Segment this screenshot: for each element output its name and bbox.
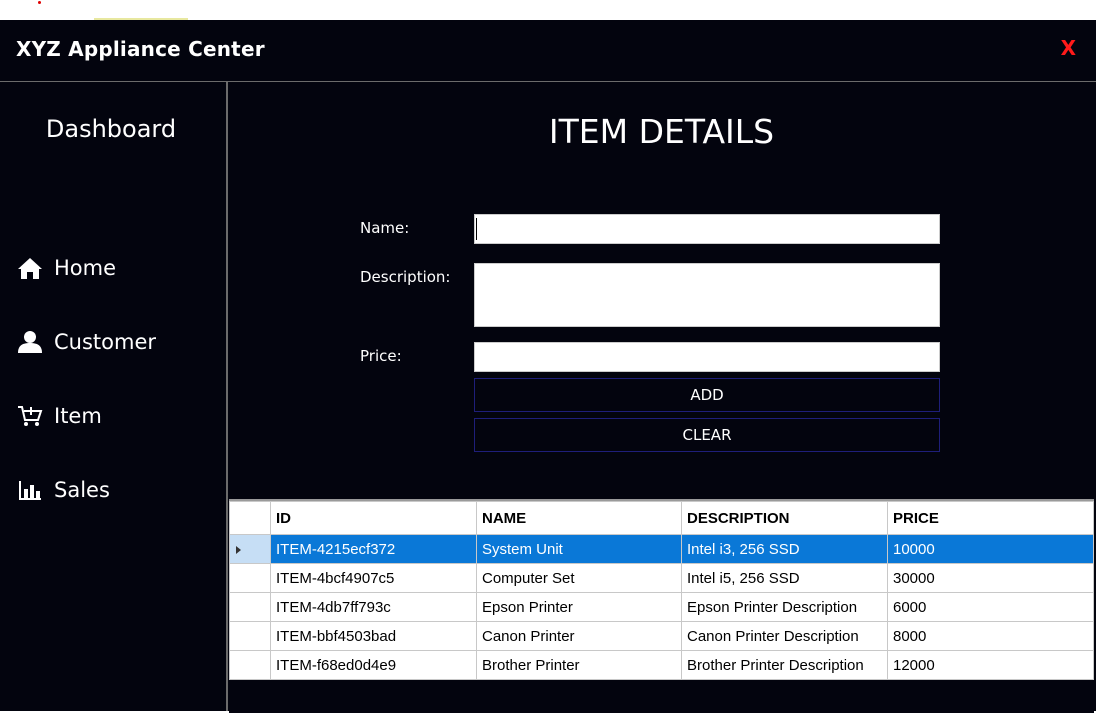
cart-icon (16, 403, 44, 429)
current-row-arrow-icon (236, 545, 241, 554)
table-cell[interactable]: 6000 (887, 592, 1094, 622)
table-row[interactable]: ITEM-4db7ff793c Epson Printer Epson Prin… (229, 592, 1094, 622)
add-button[interactable]: ADD (474, 378, 940, 412)
table-cell[interactable]: 30000 (887, 563, 1094, 593)
red-dot-mark (38, 1, 41, 4)
title-bar: XYZ Appliance Center X (0, 20, 1096, 82)
sidebar-item-label: Item (54, 404, 102, 428)
user-icon (16, 329, 44, 355)
sidebar-item-home[interactable]: Home (16, 253, 116, 283)
close-button[interactable]: X (1061, 36, 1076, 60)
table-cell[interactable]: Epson Printer (476, 592, 682, 622)
row-header-corner (229, 501, 271, 535)
sidebar: Dashboard Home Customer Item Sales (0, 82, 228, 711)
home-icon (16, 255, 44, 281)
table-row[interactable]: ITEM-bbf4503bad Canon Printer Canon Prin… (229, 621, 1094, 651)
column-header-name[interactable]: NAME (476, 501, 682, 535)
page-title: ITEM DETAILS (548, 112, 775, 151)
row-selector[interactable] (229, 621, 271, 651)
sidebar-title: Dashboard (45, 115, 177, 143)
table-cell[interactable]: Brother Printer (476, 650, 682, 680)
main-panel: ITEM DETAILS Name: Description: Price: A… (229, 82, 1094, 713)
items-table: ID NAME DESCRIPTION PRICE ITEM-4215ecf37… (229, 501, 1094, 680)
table-cell[interactable]: Canon Printer (476, 621, 682, 651)
description-label: Description: (360, 268, 451, 286)
table-cell[interactable]: ITEM-4db7ff793c (270, 592, 477, 622)
column-header-description[interactable]: DESCRIPTION (681, 501, 888, 535)
table-cell[interactable]: ITEM-4215ecf372 (270, 534, 477, 564)
sidebar-item-customer[interactable]: Customer (16, 327, 156, 357)
top-strip (0, 0, 1096, 20)
app-title: XYZ Appliance Center (16, 37, 265, 61)
name-field[interactable] (474, 214, 940, 244)
sidebar-item-sales[interactable]: Sales (16, 475, 110, 505)
row-selector[interactable] (229, 592, 271, 622)
column-header-id[interactable]: ID (270, 501, 477, 535)
table-header-row: ID NAME DESCRIPTION PRICE (229, 501, 1094, 535)
app-window: XYZ Appliance Center X Dashboard Home Cu… (0, 20, 1096, 713)
table-cell[interactable]: Computer Set (476, 563, 682, 593)
table-cell[interactable]: ITEM-4bcf4907c5 (270, 563, 477, 593)
clear-button[interactable]: CLEAR (474, 418, 940, 452)
row-selector[interactable] (229, 650, 271, 680)
table-row[interactable]: ITEM-4bcf4907c5 Computer Set Intel i5, 2… (229, 563, 1094, 593)
table-cell[interactable]: Intel i5, 256 SSD (681, 563, 888, 593)
sidebar-item-label: Sales (54, 478, 110, 502)
table-cell[interactable]: ITEM-f68ed0d4e9 (270, 650, 477, 680)
text-cursor (476, 218, 477, 240)
column-header-price[interactable]: PRICE (887, 501, 1094, 535)
table-cell[interactable]: 8000 (887, 621, 1094, 651)
table-row[interactable]: ITEM-4215ecf372 System Unit Intel i3, 25… (229, 534, 1094, 564)
table-cell[interactable]: System Unit (476, 534, 682, 564)
table-cell[interactable]: 12000 (887, 650, 1094, 680)
description-field[interactable] (474, 263, 940, 327)
grid-empty-area (229, 679, 1094, 712)
table-cell[interactable]: ITEM-bbf4503bad (270, 621, 477, 651)
name-label: Name: (360, 219, 410, 237)
price-field[interactable] (474, 342, 940, 372)
table-row[interactable]: ITEM-f68ed0d4e9 Brother Printer Brother … (229, 650, 1094, 680)
row-selector[interactable] (229, 563, 271, 593)
table-cell[interactable]: Canon Printer Description (681, 621, 888, 651)
row-selector[interactable] (229, 534, 271, 564)
table-cell[interactable]: Intel i3, 256 SSD (681, 534, 888, 564)
table-cell[interactable]: Brother Printer Description (681, 650, 888, 680)
price-label: Price: (360, 347, 402, 365)
sidebar-item-label: Home (54, 256, 117, 280)
table-cell[interactable]: 10000 (887, 534, 1094, 564)
sidebar-item-item[interactable]: Item (16, 401, 102, 431)
table-cell[interactable]: Epson Printer Description (681, 592, 888, 622)
bar-chart-icon (16, 477, 44, 503)
items-grid: ID NAME DESCRIPTION PRICE ITEM-4215ecf37… (229, 499, 1094, 713)
sidebar-item-label: Customer (54, 330, 157, 354)
